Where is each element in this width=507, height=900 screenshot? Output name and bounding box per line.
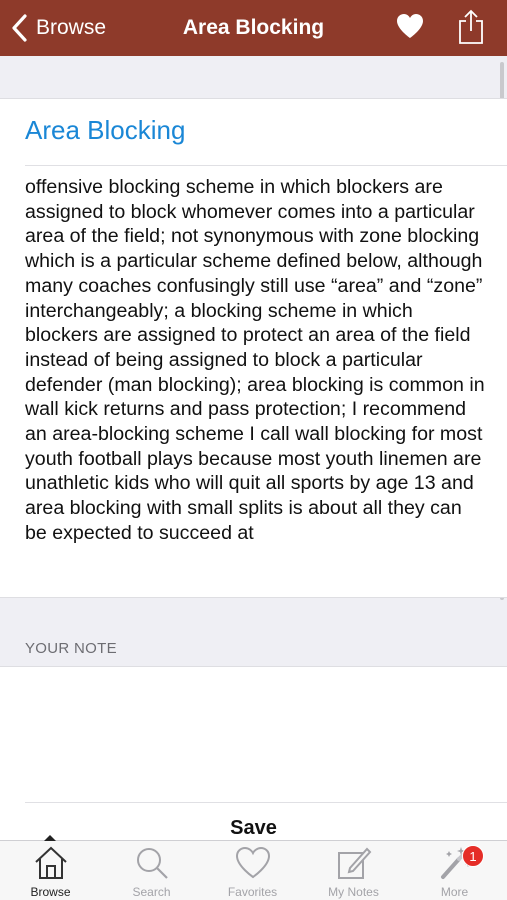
definition-card: Area Blocking offensive blocking scheme … xyxy=(0,98,507,598)
note-input[interactable] xyxy=(25,677,495,797)
tab-browse[interactable]: Browse xyxy=(0,835,101,900)
note-area: Save xyxy=(0,666,507,840)
navigation-bar: Browse Area Blocking xyxy=(0,0,507,56)
tab-label-search: Search xyxy=(132,885,171,899)
share-icon[interactable] xyxy=(457,9,485,45)
tab-more[interactable]: 1 More xyxy=(404,841,505,900)
title-divider xyxy=(25,165,507,166)
save-button[interactable]: Save xyxy=(0,817,507,840)
note-divider xyxy=(25,802,507,803)
definition-text: offensive blocking scheme in which block… xyxy=(25,176,485,544)
term-title: Area Blocking xyxy=(25,115,186,145)
tab-label-my-notes: My Notes xyxy=(328,885,379,899)
house-icon xyxy=(35,846,67,879)
tab-favorites[interactable]: Favorites xyxy=(202,841,303,900)
tab-search[interactable]: Search xyxy=(101,841,202,900)
tab-label-more: More xyxy=(440,885,469,899)
tab-bar: Browse Search Favorites My Notes 1 More xyxy=(0,835,507,900)
note-section-label: YOUR NOTE xyxy=(25,640,117,657)
heart-icon[interactable] xyxy=(396,13,424,39)
heart-outline-icon xyxy=(235,846,271,879)
tab-my-notes[interactable]: My Notes xyxy=(303,841,404,900)
tab-label-browse: Browse xyxy=(30,885,71,899)
active-tab-caret xyxy=(44,835,56,841)
chevron-left-icon xyxy=(12,14,27,42)
back-button[interactable]: Browse xyxy=(10,10,106,46)
notification-badge: 1 xyxy=(462,845,484,867)
magnifier-icon xyxy=(137,848,168,879)
tab-label-favorites: Favorites xyxy=(227,885,278,899)
back-button-label: Browse xyxy=(36,16,107,39)
note-pencil-icon xyxy=(338,847,372,879)
